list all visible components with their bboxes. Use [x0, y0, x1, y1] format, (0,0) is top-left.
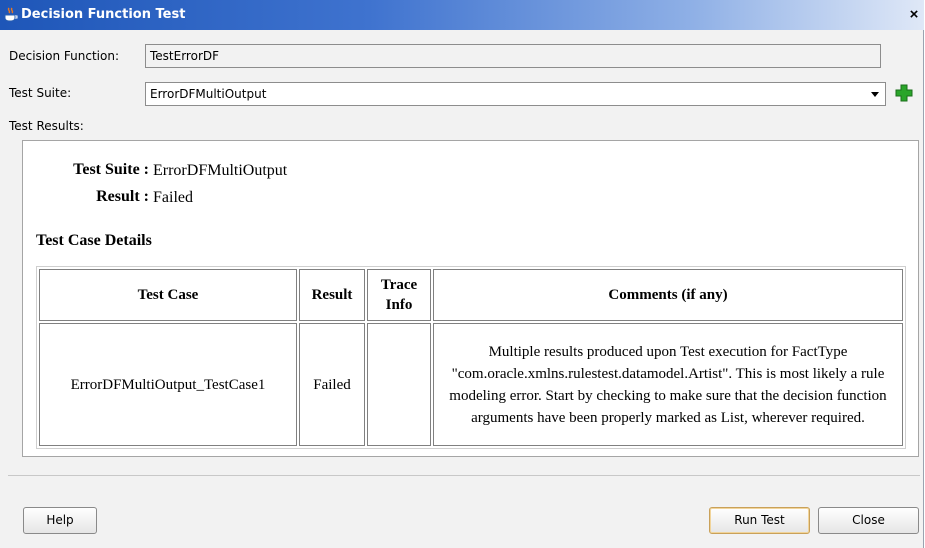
- test-suite-select[interactable]: ErrorDFMultiOutput: [145, 82, 886, 106]
- result-summary-label: Result :: [96, 188, 149, 205]
- cell-result: Failed: [299, 323, 365, 446]
- decision-function-field[interactable]: TestErrorDF: [145, 44, 881, 68]
- table-header-row: Test Case Result Trace Info Comments (if…: [39, 269, 903, 321]
- cell-comments: Multiple results produced upon Test exec…: [433, 323, 903, 446]
- column-header-comments: Comments (if any): [433, 269, 903, 321]
- trace-info-header-text: Trace Info: [380, 277, 418, 313]
- result-summary-value: Failed: [153, 189, 193, 206]
- suite-summary-label: Test Suite :: [73, 161, 149, 178]
- test-suite-label: Test Suite:: [9, 86, 72, 100]
- test-case-details-heading: Test Case Details: [36, 232, 152, 249]
- java-coffee-icon: [3, 7, 19, 23]
- footer-separator: [8, 475, 920, 476]
- dropdown-arrow-icon[interactable]: [869, 83, 881, 105]
- run-test-button[interactable]: Run Test: [709, 507, 810, 534]
- test-results-label: Test Results:: [9, 119, 84, 133]
- test-results-panel: Test Suite : ErrorDFMultiOutput Result :…: [22, 140, 919, 457]
- window-title: Decision Function Test: [21, 7, 186, 22]
- test-case-table: Test Case Result Trace Info Comments (if…: [36, 266, 906, 449]
- suite-summary-value: ErrorDFMultiOutput: [153, 162, 288, 179]
- close-button[interactable]: Close: [818, 507, 919, 534]
- column-header-trace-info: Trace Info: [367, 269, 431, 321]
- cell-trace-info: [367, 323, 431, 446]
- column-header-result: Result: [299, 269, 365, 321]
- close-icon[interactable]: ×: [906, 6, 922, 23]
- add-plus-icon[interactable]: [895, 84, 913, 102]
- dialog-window: Decision Function Test × Decision Functi…: [0, 0, 924, 548]
- title-bar[interactable]: Decision Function Test ×: [0, 0, 924, 30]
- decision-function-label: Decision Function:: [9, 49, 119, 63]
- column-header-test-case: Test Case: [39, 269, 297, 321]
- cell-test-case: ErrorDFMultiOutput_TestCase1: [39, 323, 297, 446]
- test-suite-selected-value: ErrorDFMultiOutput: [150, 87, 267, 101]
- table-row: ErrorDFMultiOutput_TestCase1 Failed Mult…: [39, 323, 903, 446]
- help-button[interactable]: Help: [23, 507, 97, 534]
